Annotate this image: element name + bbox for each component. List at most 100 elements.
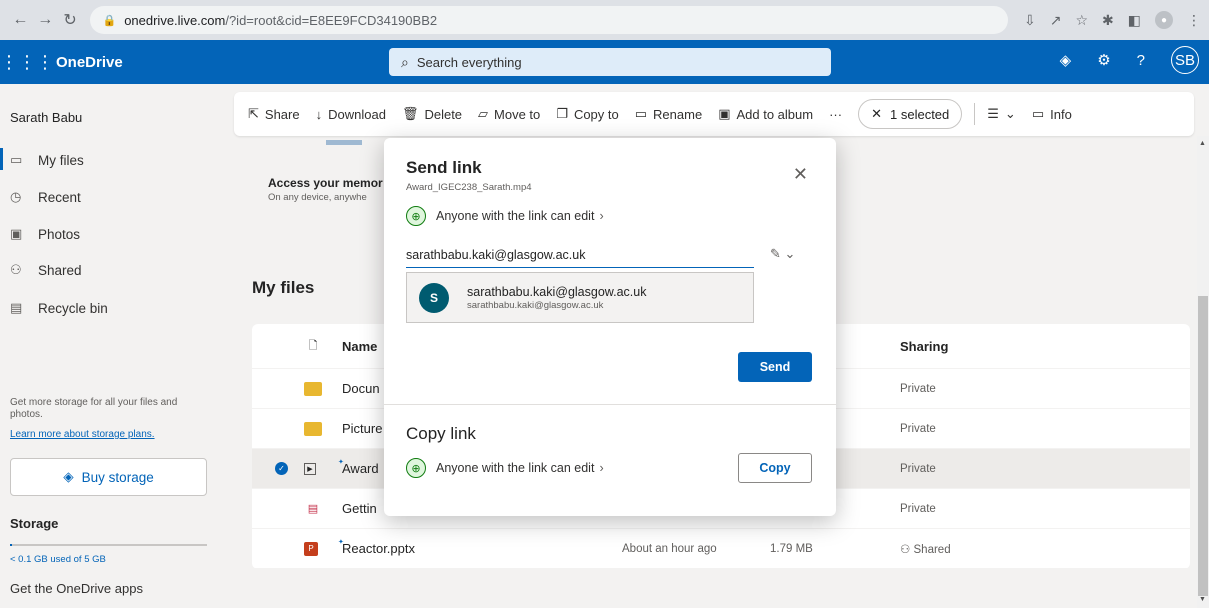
diamond-icon: ◈ (63, 469, 74, 484)
install-icon[interactable]: ⇩ (1024, 12, 1036, 29)
file-name[interactable]: Picture (342, 421, 382, 436)
search-icon: ⌕ (401, 53, 409, 70)
sidebar-item-label: Recycle bin (38, 300, 108, 316)
command-bar: ⇱ Share ↓ Download 🗑 Delete ▱ Move to ❐ Copy … (234, 92, 1194, 136)
settings-gear-icon[interactable]: ⚙ (1097, 51, 1110, 69)
page-scrollbar[interactable]: ▲ ▼ (1197, 136, 1209, 608)
browser-menu-icon[interactable]: ⋮ (1187, 12, 1201, 29)
scroll-down-icon[interactable]: ▼ (1199, 596, 1206, 603)
back-icon[interactable]: ← (8, 7, 33, 33)
banner-image (326, 140, 362, 145)
browser-toolbar: ← → ↻ 🔒 onedrive.live.com /?id=root&cid=… (0, 0, 1209, 40)
share-button[interactable]: ⇱ Share (248, 106, 300, 122)
file-sharing-label: Shared (913, 543, 951, 556)
close-icon: ✕ (871, 106, 882, 121)
selection-pill[interactable]: ✕ 1 selected (858, 99, 963, 129)
send-link-dialog: Send link Award_IGEC238_Sarath.mp4 ✕ ⊕ A… (384, 138, 836, 516)
storage-promo: Get more storage for all your files and … (10, 397, 178, 420)
rename-button[interactable]: ▭ Rename (635, 106, 702, 122)
url-host: onedrive.live.com (124, 12, 226, 28)
file-name[interactable]: Award (342, 461, 379, 476)
info-button[interactable]: ▭ Info (1032, 106, 1072, 122)
edit-permission-pencil-icon[interactable]: ✎ ⌄ (770, 246, 795, 262)
file-sharing: Private (900, 382, 936, 395)
column-sharing[interactable]: Sharing (900, 339, 948, 354)
address-bar[interactable]: 🔒 onedrive.live.com /?id=root&cid=E8EE9F… (90, 6, 1009, 34)
info-pane-icon: ▭ (1031, 106, 1045, 121)
suggestion-name: sarathbabu.kaki@glasgow.ac.uk (467, 284, 647, 299)
search-box[interactable]: ⌕ Search everything (389, 48, 831, 76)
move-to-label: Move to (494, 106, 541, 122)
sidebar-item-photos[interactable]: ▣ Photos (10, 226, 80, 242)
people-icon: ⚇ (900, 543, 914, 556)
sidebar-item-shared[interactable]: ⚇ Shared (10, 262, 82, 278)
contact-suggestion[interactable]: S sarathbabu.kaki@glasgow.ac.uk sarathba… (406, 272, 754, 323)
scroll-up-icon[interactable]: ▲ (1199, 140, 1206, 147)
download-label: Download (328, 106, 386, 122)
sidebar-item-recent[interactable]: ◷ Recent (10, 189, 81, 205)
send-button[interactable]: Send (738, 352, 812, 382)
file-name[interactable]: Reactor.pptx (342, 541, 415, 556)
file-type-icon[interactable]: 🗋 (304, 339, 322, 353)
get-apps-link[interactable]: Get the OneDrive apps (10, 581, 143, 596)
bookmark-star-icon[interactable]: ☆ (1075, 12, 1088, 29)
permission-label: Anyone with the link can edit (436, 461, 595, 475)
sidebar: Sarath Babu ▭ My files ◷ Recent ▣ Photos… (0, 84, 230, 608)
storage-meter (10, 544, 207, 546)
copy-button[interactable]: Copy (738, 453, 812, 483)
link-permission-selector[interactable]: ⊕ Anyone with the link can edit › (406, 206, 604, 226)
storage-heading: Storage (10, 516, 59, 531)
user-name: Sarath Babu (10, 110, 83, 125)
share-icon: ⇱ (248, 106, 259, 121)
app-header: ⋮⋮⋮ OneDrive ⌕ Search everything ◈ ⚙ ? S… (0, 40, 1209, 84)
copy-icon: ❐ (556, 106, 568, 121)
reload-icon[interactable]: ↻ (58, 7, 83, 33)
view-options-button[interactable]: ☰ ⌄ (987, 106, 1016, 122)
add-to-album-button[interactable]: ▣ Add to album (718, 106, 813, 122)
sidebar-item-recycle-bin[interactable]: ▤ Recycle bin (10, 300, 108, 316)
folder-icon (304, 381, 322, 396)
page-title: My files (252, 278, 315, 297)
download-button[interactable]: ↓ Download (316, 107, 386, 122)
storage-used[interactable]: < 0.1 GB used of 5 GB (10, 554, 106, 565)
more-label: ··· (829, 106, 843, 122)
avatar[interactable]: SB (1171, 46, 1199, 74)
close-icon[interactable]: ✕ (793, 164, 808, 185)
copy-link-title: Copy link (406, 424, 476, 443)
storage-meter-fill (10, 544, 12, 546)
folder-icon: ▭ (10, 152, 23, 167)
table-row[interactable]: P ✦ Reactor.pptx About an hour ago 1.79 … (252, 529, 1190, 569)
browser-profile-icon[interactable]: ● (1155, 11, 1174, 29)
side-panel-icon[interactable]: ◧ (1128, 12, 1141, 29)
file-sharing: ⚇ Shared (900, 542, 951, 556)
globe-icon: ⊕ (406, 458, 426, 478)
checkmark-icon[interactable]: ✓ (275, 462, 288, 475)
sidebar-item-my-files[interactable]: ▭ My files (0, 148, 84, 170)
sidebar-item-label: My files (38, 152, 84, 168)
premium-diamond-icon[interactable]: ◈ (1060, 51, 1072, 69)
column-name[interactable]: Name (342, 339, 377, 354)
move-to-button[interactable]: ▱ Move to (478, 106, 540, 122)
app-launcher-icon[interactable]: ⋮⋮⋮ (0, 52, 54, 73)
forward-icon[interactable]: → (33, 7, 58, 33)
file-name[interactable]: Gettin (342, 501, 377, 516)
file-name[interactable]: Docun (342, 381, 380, 396)
file-sharing: Private (900, 422, 936, 435)
download-icon: ↓ (315, 106, 323, 122)
share-page-icon[interactable]: ↗ (1050, 12, 1062, 29)
brand-title[interactable]: OneDrive (56, 54, 123, 71)
dialog-divider (384, 404, 836, 405)
dialog-title: Send link (406, 158, 482, 177)
help-icon[interactable]: ? (1137, 52, 1145, 69)
more-button[interactable]: ··· (829, 107, 842, 122)
buy-storage-button[interactable]: ◈ Buy storage (10, 458, 207, 496)
scrollbar-thumb[interactable] (1198, 296, 1208, 596)
copy-link-permission-selector[interactable]: ⊕ Anyone with the link can edit › (406, 458, 604, 478)
buy-storage-label: Buy storage (81, 469, 154, 485)
delete-button[interactable]: 🗑 Delete (402, 106, 462, 122)
clock-icon: ◷ (10, 189, 22, 204)
copy-to-button[interactable]: ❐ Copy to (556, 106, 618, 122)
email-field[interactable] (406, 242, 754, 268)
storage-plans-link[interactable]: Learn more about storage plans. (10, 429, 155, 440)
extensions-icon[interactable]: ✱ (1102, 12, 1114, 29)
